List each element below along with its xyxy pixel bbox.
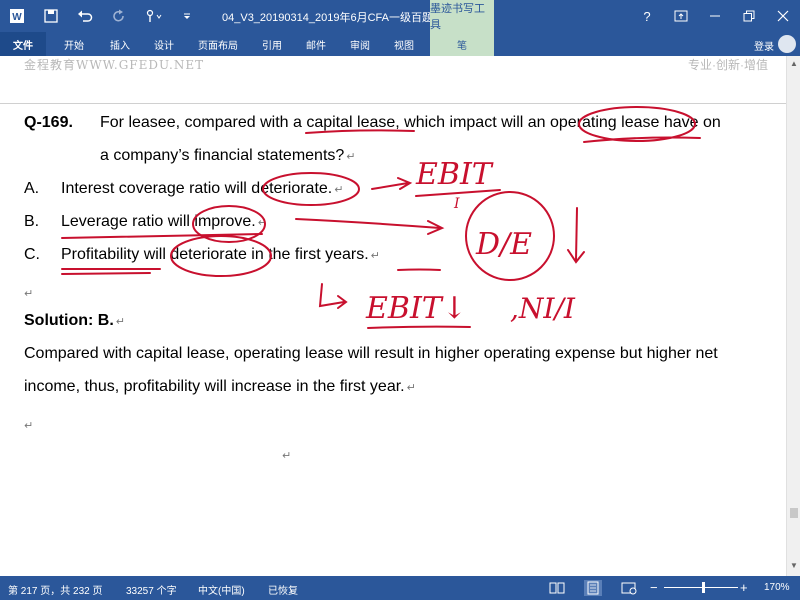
web-layout-icon[interactable] (620, 580, 638, 596)
ink-arrow-a (371, 177, 413, 190)
ink-underline-capital-lease (305, 129, 415, 134)
zoom-slider-track[interactable] (664, 587, 738, 588)
print-layout-icon[interactable] (584, 580, 602, 596)
tab-references[interactable]: 引用 (254, 32, 290, 56)
scroll-down-icon[interactable]: ▼ (790, 562, 798, 570)
tab-file[interactable]: 文件 (0, 32, 46, 56)
close-icon[interactable] (766, 0, 800, 32)
tab-design[interactable]: 设计 (146, 32, 182, 56)
ink-de-text: D/E (475, 227, 532, 262)
ink-circle-deteriorate (262, 172, 360, 206)
word-count[interactable]: 33257 个字 (126, 582, 177, 597)
ink-annotations: EBIT I D/E EBIT↓ ,NI/I (61, 106, 701, 329)
title-bar: W 04_V3_20190314_2019年6月CFA一级百题预... 墨迹书写… (0, 0, 800, 32)
tab-pens[interactable]: 笔 (430, 32, 494, 56)
ink-underline-years (397, 268, 441, 271)
svg-text:W: W (12, 12, 22, 23)
scroll-thumb[interactable] (790, 508, 798, 518)
scroll-up-icon[interactable]: ▲ (790, 60, 798, 68)
tab-insert[interactable]: 插入 (102, 32, 138, 56)
customize-toolbar-icon[interactable] (170, 0, 204, 32)
ink-underline-ebit (367, 325, 471, 329)
save-icon[interactable] (34, 0, 68, 32)
word-app-icon[interactable]: W (0, 0, 34, 32)
tab-home[interactable]: 开始 (56, 32, 92, 56)
document-page[interactable]: 金程教育WWW.GFEDU.NET 专业·创新·增值 Q-169. For le… (0, 56, 786, 576)
tab-page-layout[interactable]: 页面布局 (192, 32, 244, 56)
zoom-out-button[interactable]: − (650, 580, 658, 595)
ink-ebit-denominator: I (453, 196, 460, 212)
redo-icon[interactable] (102, 0, 136, 32)
ink-ebit-text: EBIT (415, 157, 494, 192)
recovery-status: 已恢复 (268, 586, 298, 597)
zoom-slider-thumb[interactable] (702, 582, 705, 593)
user-avatar[interactable] (778, 35, 796, 53)
zoom-level[interactable]: 170% (764, 582, 790, 593)
zoom-in-button[interactable]: + (740, 580, 748, 595)
vertical-scrollbar[interactable]: ▲ ▼ (786, 56, 800, 576)
tab-review[interactable]: 审阅 (342, 32, 378, 56)
sign-in-link[interactable]: 登录 (754, 38, 774, 53)
ink-tools-contextual-label: 墨迹书写工具 (430, 0, 494, 32)
language-indicator[interactable]: 中文(中国) (198, 582, 245, 597)
tab-view[interactable]: 视图 (386, 32, 422, 56)
window-controls: ? (630, 0, 800, 32)
status-bar: 第 217 页，共 232 页 33257 个字 中文(中国) 已恢复 − + … (0, 576, 800, 600)
ink-ebit-down-text: EBIT↓ (365, 291, 467, 326)
help-button[interactable]: ? (630, 0, 664, 32)
quick-access-toolbar: W (0, 0, 204, 32)
restore-icon[interactable] (732, 0, 766, 32)
ink-arrow-b (295, 218, 445, 235)
ribbon-tabs: 文件 开始 插入 设计 页面布局 引用 邮件 审阅 视图 笔 登录 (0, 32, 800, 56)
ink-circle-operating-lease (578, 106, 696, 142)
read-mode-icon[interactable] (548, 580, 566, 596)
ribbon-display-options-icon[interactable] (664, 0, 698, 32)
touch-mode-icon[interactable] (136, 0, 170, 32)
undo-icon[interactable] (68, 0, 102, 32)
page-count[interactable]: 第 217 页，共 232 页 (8, 582, 102, 597)
document-title: 04_V3_20190314_2019年6月CFA一级百题预... (222, 12, 454, 24)
ink-down-arrow-de (567, 207, 585, 264)
ink-arrow-c (318, 283, 348, 309)
tab-mailings[interactable]: 邮件 (298, 32, 334, 56)
minimize-icon[interactable] (698, 0, 732, 32)
ink-ni-text: ,NI/I (510, 292, 576, 325)
ink-double-underline (61, 272, 151, 275)
